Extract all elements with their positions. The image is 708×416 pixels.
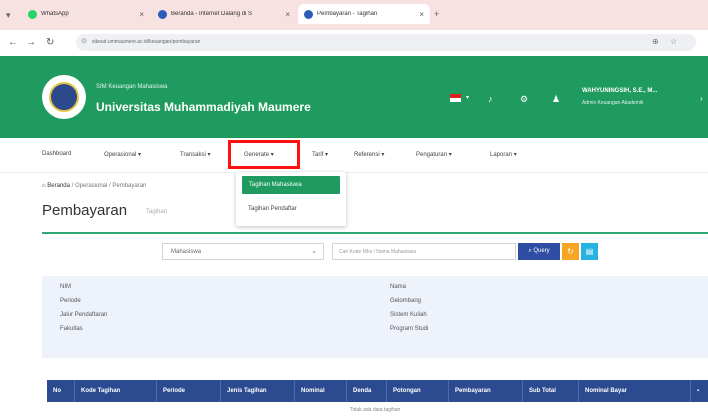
breadcrumb-mid[interactable]: Operasional (75, 183, 107, 189)
col-pembayaran[interactable]: Pembayaran (449, 380, 523, 402)
col-no[interactable]: No (47, 380, 75, 402)
user-name[interactable]: WAHYUNINGSIH, S.E., M... (582, 88, 657, 94)
home-icon[interactable]: ⌂ (42, 183, 46, 189)
info-label-nama: Nama (390, 284, 407, 290)
col-action[interactable]: ▪ (691, 380, 708, 402)
site-icon (158, 9, 167, 19)
url-field[interactable]: ⊙ sikeud.ummaumere.ac.id/keuangan/pembay… (76, 34, 696, 51)
close-icon[interactable]: × (285, 10, 290, 19)
forward-icon[interactable]: → (26, 37, 36, 48)
browser-tab-whatsapp[interactable]: WhatsApp × (22, 4, 150, 24)
chevron-down-icon: ⌄ (311, 248, 317, 255)
col-kode-tagihan[interactable]: Kode Tagihan (75, 380, 157, 402)
browser-tab-beranda[interactable]: Beranda - Internet Dalang di S × (152, 4, 296, 24)
breadcrumb-home[interactable]: Beranda (47, 183, 70, 189)
university-title: Universitas Muhammadiyah Maumere (96, 100, 311, 114)
dropdown-item-tagihan-pendaftar[interactable]: Tagihan Pendaftar (248, 206, 297, 212)
search-input[interactable]: Cari Kode Mhs / Nama Mahasiswa (332, 243, 516, 260)
col-jenis-tagihan[interactable]: Jenis Tagihan (221, 380, 295, 402)
info-label-sistem: Sistem Kuliah (390, 312, 427, 318)
content-panel: Mahasiswa ⌄ Cari Kode Mhs / Nama Mahasis… (42, 232, 708, 416)
browser-tab-bar: ▾ WhatsApp × Beranda - Internet Dalang d… (0, 0, 708, 30)
query-button[interactable]: ⌕ Query (518, 243, 560, 260)
flag-icon[interactable] (450, 94, 461, 102)
col-periode[interactable]: Periode (157, 380, 221, 402)
menu-pengaturan[interactable]: Pengaturan ▾ (416, 151, 452, 158)
type-select[interactable]: Mahasiswa ⌄ (162, 243, 324, 260)
zoom-icon[interactable]: ⊕ (652, 37, 659, 46)
site-info-icon[interactable]: ⊙ (81, 37, 87, 45)
col-nominal[interactable]: Nominal (295, 380, 347, 402)
info-label-prodi: Program Studi (390, 326, 429, 332)
menu-dashboard[interactable]: Dashboard (42, 151, 71, 157)
gear-icon[interactable]: ⚙ (520, 94, 528, 105)
refresh-icon: ↻ (567, 247, 574, 256)
col-sub-total[interactable]: Sub Total (523, 380, 579, 402)
page-subtitle: Tagihan (146, 209, 168, 215)
info-label-gelombang: Gelombang (390, 298, 422, 304)
tab-search-icon[interactable]: ▾ (6, 10, 11, 21)
dropdown-item-tagihan-mahasiswa[interactable]: Tagihan Mahasiswa (242, 176, 340, 194)
site-icon (304, 9, 313, 19)
breadcrumb: ⌂ Beranda / Operasional / Pembayaran (42, 183, 147, 189)
chevron-icon[interactable]: › (700, 94, 703, 103)
empty-table-text: Tidak ada data tagihan (349, 407, 401, 413)
reload-icon[interactable]: ↻ (46, 37, 54, 48)
university-logo (42, 75, 86, 119)
menu-operasional[interactable]: Operasional ▾ (104, 151, 141, 158)
breadcrumb-current: Pembayaran (112, 183, 147, 189)
app-header: SIM Keuangan Mahasiswa Universitas Muham… (0, 56, 708, 138)
highlight-box (228, 140, 300, 169)
close-icon[interactable]: × (139, 10, 144, 19)
student-info: NIM Periode Jalur Pendaftaran Fakultas N… (42, 276, 708, 358)
menu-laporan[interactable]: Laporan ▾ (490, 151, 517, 158)
col-nominal-bayar[interactable]: Nominal Bayar (579, 380, 691, 402)
app-subtitle: SIM Keuangan Mahasiswa (96, 84, 168, 90)
whatsapp-icon (28, 9, 37, 19)
browser-tab-pembayaran[interactable]: Pembayaran - Tagihan × (298, 4, 430, 24)
col-denda[interactable]: Denda (347, 380, 387, 402)
info-label-nim: NIM (60, 284, 71, 290)
print-button[interactable]: ▤ (581, 243, 598, 260)
menu-referensi[interactable]: Referensi ▾ (354, 151, 384, 158)
bookmark-star-icon[interactable]: ☆ (670, 37, 677, 46)
new-tab-button[interactable]: + (434, 9, 439, 19)
back-icon[interactable]: ← (8, 37, 18, 48)
info-label-periode: Periode (60, 298, 81, 304)
chevron-down-icon[interactable]: ▾ (466, 94, 469, 101)
close-icon[interactable]: × (419, 10, 424, 19)
browser-address-bar: ← → ↻ ⊙ sikeud.ummaumere.ac.id/keuangan/… (0, 30, 708, 57)
info-label-jalur: Jalur Pendaftaran (60, 312, 108, 318)
info-label-fakultas: Fakultas (60, 326, 83, 332)
bell-icon[interactable]: ♪ (488, 94, 493, 104)
print-icon: ▤ (585, 247, 594, 256)
generate-dropdown: Tagihan Mahasiswa Tagihan Pendaftar (236, 172, 346, 226)
user-role: Admin Keuangan Akademik (582, 100, 644, 106)
page-title: Pembayaran (42, 202, 128, 219)
refresh-button[interactable]: ↻ (562, 243, 579, 260)
user-icon[interactable]: ♟ (552, 94, 560, 105)
col-potongan[interactable]: Potongan (387, 380, 449, 402)
main-menu: Dashboard Operasional ▾ Transaksi ▾ Gene… (0, 138, 708, 173)
table-header: No Kode Tagihan Periode Jenis Tagihan No… (47, 380, 708, 402)
menu-transaksi[interactable]: Transaksi ▾ (180, 151, 210, 158)
menu-tarif[interactable]: Tarif ▾ (312, 151, 328, 158)
